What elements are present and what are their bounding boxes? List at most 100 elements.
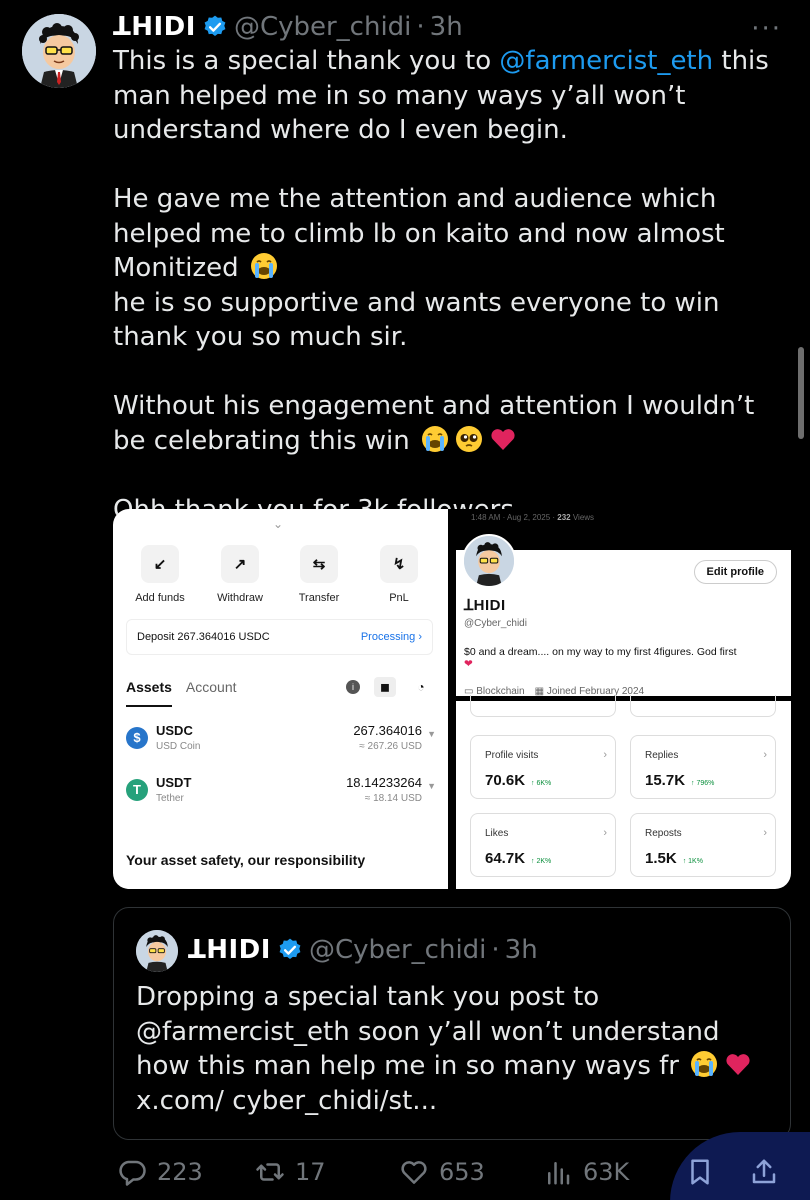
separator-dot: · [491, 935, 500, 965]
pleading-face-emoji-icon [455, 425, 483, 453]
chevron-right-icon: › [603, 749, 607, 761]
clipped-card [470, 695, 616, 717]
paragraph-3: Without his engagement and attention I w… [113, 389, 793, 458]
coin-row: $ USDC USD Coin 267.364016 ≈ 267.26 USD … [126, 723, 436, 763]
quote-body: Dropping a special tank you post to @far… [136, 980, 776, 1118]
chevron-down-icon: ⌄ [273, 517, 284, 531]
bookmark-icon [691, 1159, 709, 1185]
coin-symbol: USDT [156, 775, 192, 790]
loudly-crying-emoji-icon [690, 1050, 718, 1078]
mention-link[interactable]: @farmercist_eth [499, 46, 713, 76]
refresh-icon: ◔ [417, 680, 425, 694]
timestamp[interactable]: 3h [430, 12, 463, 42]
stat-number: 64.7K [485, 850, 526, 867]
wallet-screenshot[interactable]: ⌄ ↙ Add funds ↗ Withdraw ⇆ Transfer ↯ PnL De… [113, 509, 448, 889]
coin-amount: 267.364016 [353, 723, 422, 738]
text-segment: he is so supportive and wants everyone t… [113, 287, 720, 353]
stat-value: 64.7K ↑ 2K% [485, 850, 551, 867]
stat-number: 70.6K [485, 772, 526, 789]
scrollbar[interactable] [798, 347, 804, 439]
post-meta: 1:48 AM · Aug 2, 2025 · 232 Views [471, 513, 594, 522]
stat-card: Reposts 1.5K ↑ 1K% › [630, 813, 776, 877]
coin-name: Tether [156, 793, 184, 804]
stat-value: 15.7K ↑ 796% [645, 772, 714, 789]
deposit-label: Deposit 267.364016 USDC [137, 631, 270, 643]
meta-views-label: Views [570, 513, 595, 522]
profile-screenshot[interactable]: 1:48 AM · Aug 2, 2025 · 232 Views Edit p… [456, 509, 791, 889]
tweet-media[interactable]: ⌄ ↙ Add funds ↗ Withdraw ⇆ Transfer ↯ PnL De… [113, 509, 791, 889]
heart-icon [401, 1161, 427, 1184]
display-name[interactable]: ꓕHIDI [113, 12, 196, 42]
stat-card: Profile visits 70.6K ↑ 6K% › [470, 735, 616, 799]
withdraw-action: ↗ Withdraw [210, 545, 270, 604]
handle: @Cyber_chidi [308, 935, 487, 965]
stat-growth: ↑ 796% [691, 780, 715, 787]
coin-row: T USDT Tether 18.14233264 ≈ 18.14 USD ▼ [126, 775, 436, 815]
profile-header: Edit profile ꓕHIDI @Cyber_chidi $0 and a… [456, 534, 791, 697]
chart-toggle-icon: ◼ [374, 677, 396, 697]
stat-title: Profile visits [485, 750, 539, 761]
deposit-status: Processing › [360, 631, 422, 643]
stat-title: Reposts [645, 828, 682, 839]
chevron-right-icon: › [763, 749, 767, 761]
more-options-icon[interactable]: ··· [751, 14, 782, 44]
views-button[interactable]: 63K [543, 1152, 629, 1192]
avatar[interactable] [22, 14, 96, 88]
info-icon: i [346, 680, 360, 694]
stat-value: 1.5K ↑ 1K% [645, 850, 703, 867]
loudly-crying-emoji-icon [421, 425, 449, 453]
red-heart-emoji-icon [724, 1050, 752, 1078]
tweet-body: This is a special thank you to @farmerci… [113, 44, 793, 527]
reply-icon [119, 1160, 146, 1186]
heart-icon: ❤ [464, 658, 473, 670]
loudly-crying-emoji-icon [250, 252, 278, 280]
reply-count: 223 [157, 1158, 203, 1186]
stat-number: 15.7K [645, 772, 686, 789]
coin-name: USD Coin [156, 741, 201, 752]
handle[interactable]: @Cyber_chidi [234, 12, 411, 42]
text-segment: He gave me the attention and audience wh… [113, 184, 725, 283]
edit-profile-button: Edit profile [693, 560, 777, 584]
profile-name: ꓕHIDI [464, 597, 506, 614]
deposit-row: Deposit 267.364016 USDC Processing › [126, 619, 433, 655]
quote-header: ꓕHIDI @Cyber_chidi · 3h [136, 930, 538, 970]
chevron-right-icon: › [603, 827, 607, 839]
repost-icon [256, 1163, 284, 1181]
mention-text: @farmercist_eth [136, 1016, 350, 1047]
timestamp: 3h [504, 935, 538, 965]
caret-down-icon: ▼ [427, 729, 436, 739]
pnl-icon: ↯ [380, 545, 418, 583]
bio-text: $0 and a dream.... on my way to my first… [464, 646, 737, 658]
views-icon [548, 1162, 570, 1185]
status-text: Processing [360, 631, 416, 643]
stat-card: Likes 64.7K ↑ 2K% › [470, 813, 616, 877]
share-button[interactable] [749, 1152, 789, 1192]
arrow-up-icon: ↗ [221, 545, 259, 583]
verified-badge-icon [202, 14, 228, 40]
reply-button[interactable]: 223 [117, 1152, 203, 1192]
caret-down-icon: ▼ [427, 781, 436, 791]
tab-assets: Assets [126, 679, 172, 707]
verified-badge-icon [277, 937, 303, 963]
action-label: Add funds [135, 592, 185, 604]
text-segment: Dropping a special tank you post to [136, 982, 600, 1012]
tab-account: Account [185, 679, 237, 695]
stat-value: 70.6K ↑ 6K% [485, 772, 551, 789]
action-label: PnL [389, 592, 409, 604]
paragraph-2: He gave me the attention and audience wh… [113, 182, 793, 355]
profile-bio: $0 and a dream.... on my way to my first… [464, 646, 788, 670]
repost-button[interactable]: 17 [255, 1152, 326, 1192]
like-button[interactable]: 653 [399, 1152, 485, 1192]
clipped-card [630, 695, 776, 717]
paragraph-1: This is a special thank you to @farmerci… [113, 44, 793, 148]
quoted-tweet[interactable]: ꓕHIDI @Cyber_chidi · 3h Dropping a speci… [113, 907, 791, 1140]
avatar [462, 534, 516, 588]
text-segment: This is a special thank you to [113, 46, 500, 76]
like-count: 653 [439, 1158, 485, 1186]
action-label: Withdraw [217, 592, 263, 604]
tweet-header: ꓕHIDI @Cyber_chidi · 3h [113, 10, 463, 44]
bookmark-button[interactable] [685, 1152, 725, 1192]
stat-number: 1.5K [645, 850, 677, 867]
stat-title: Likes [485, 828, 509, 839]
repost-count: 17 [295, 1158, 326, 1186]
